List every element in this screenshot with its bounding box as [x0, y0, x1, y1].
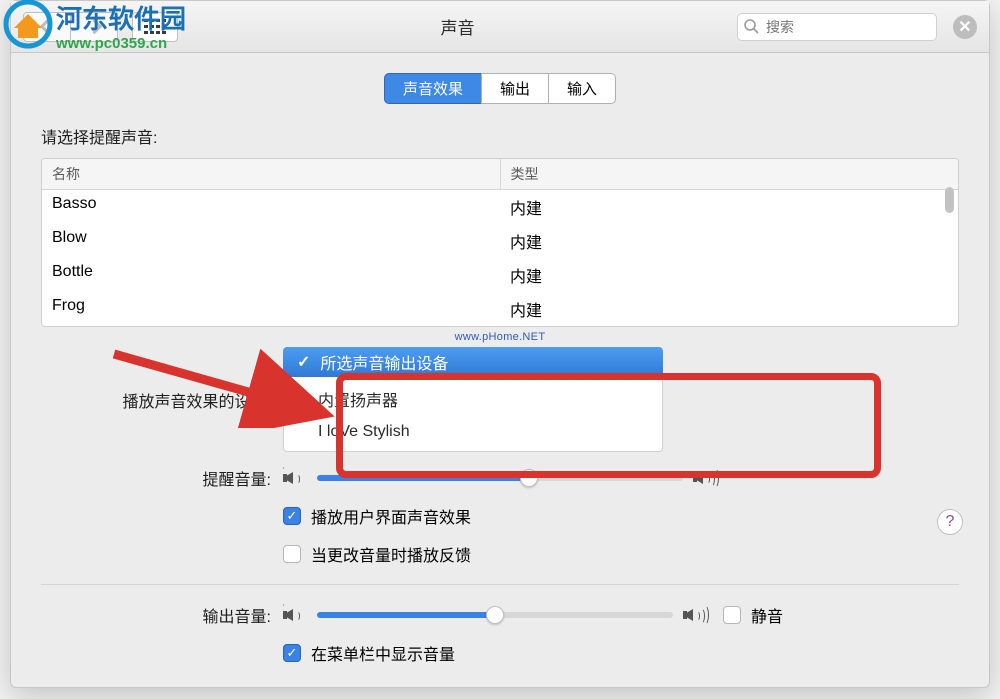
alert-sound-label: 请选择提醒声音:: [41, 124, 959, 148]
chevron-left-icon: [39, 19, 55, 35]
ui-sound-label: 播放用户界面声音效果: [311, 504, 471, 528]
dropdown-selected-label: 所选声音输出设备: [320, 350, 448, 374]
output-volume-slider[interactable]: [317, 612, 673, 618]
dropdown-menu: 内置扬声器 I loVe Stylish: [283, 377, 663, 452]
tab-sound-effects[interactable]: 声音效果: [384, 73, 481, 104]
sound-preferences-window: 声音 ✕ 声音效果 输出 输入 请选择提醒声音: 名称 类型 Basso内建 B…: [10, 0, 990, 688]
apps-grid-icon: [144, 19, 166, 35]
nav-forward-button[interactable]: [70, 12, 118, 42]
show-in-menubar-checkbox[interactable]: ✓: [283, 644, 301, 662]
table-header: 名称 类型: [42, 159, 958, 190]
col-name[interactable]: 名称: [42, 159, 501, 189]
search-field-wrap: [737, 13, 937, 41]
alert-sound-table: 名称 类型 Basso内建 Blow内建 Bottle内建 Frog内建: [41, 158, 959, 327]
mute-checkbox[interactable]: [723, 606, 741, 624]
chevron-right-icon: [86, 19, 102, 35]
dropdown-option[interactable]: I loVe Stylish: [284, 417, 662, 447]
table-row[interactable]: Basso内建: [42, 190, 958, 224]
col-type[interactable]: 类型: [501, 159, 959, 189]
tab-output[interactable]: 输出: [481, 73, 549, 104]
feedback-checkbox[interactable]: [283, 545, 301, 563]
dropdown-selected[interactable]: ✓ 所选声音输出设备: [283, 347, 663, 377]
content: 声音效果 输出 输入 请选择提醒声音: 名称 类型 Basso内建 Blow内建…: [11, 53, 989, 699]
divider: [41, 584, 959, 585]
clear-search-button[interactable]: ✕: [953, 15, 977, 39]
check-icon: ✓: [297, 352, 310, 372]
help-button[interactable]: ?: [937, 509, 963, 535]
output-device-dropdown[interactable]: ✓ 所选声音输出设备 内置扬声器 I loVe Stylish: [283, 347, 663, 452]
nav-back-button[interactable]: [23, 12, 71, 42]
tab-input[interactable]: 输入: [549, 73, 616, 104]
volume-high-icon: [693, 467, 723, 489]
tabs: 声音效果 输出 输入: [41, 73, 959, 104]
volume-low-icon: [283, 467, 307, 489]
volume-high-icon: [683, 604, 713, 626]
mute-label: 静音: [751, 603, 783, 627]
device-label: 播放声音效果的设备:: [41, 388, 271, 412]
dropdown-option[interactable]: 内置扬声器: [284, 381, 662, 417]
table-row[interactable]: Bottle内建: [42, 258, 958, 292]
menubar-label: 在菜单栏中显示音量: [311, 641, 455, 665]
output-volume-label: 输出音量:: [41, 603, 271, 627]
search-input[interactable]: [737, 13, 937, 41]
titlebar: 声音 ✕: [11, 1, 989, 53]
volume-low-icon: [283, 604, 307, 626]
alert-volume-slider[interactable]: [317, 475, 683, 481]
window-title: 声音: [186, 14, 729, 39]
watermark-mid: www.pHome.NET: [41, 331, 959, 343]
table-row[interactable]: Frog内建: [42, 292, 958, 326]
alert-volume-label: 提醒音量:: [41, 466, 271, 490]
table-row[interactable]: Blow内建: [42, 224, 958, 258]
search-icon: [743, 18, 759, 37]
scrollbar-thumb[interactable]: [945, 187, 954, 213]
feedback-label: 当更改音量时播放反馈: [311, 542, 471, 566]
ui-sound-checkbox[interactable]: ✓: [283, 507, 301, 525]
show-all-button[interactable]: [132, 12, 178, 42]
